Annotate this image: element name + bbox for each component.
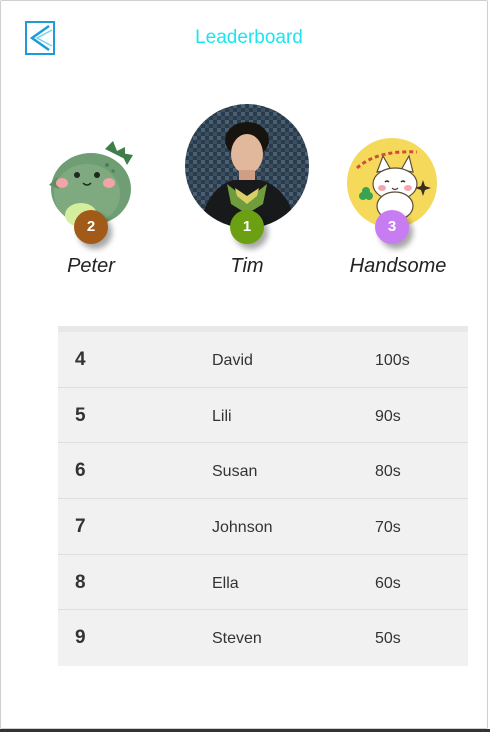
- row-name: Lili: [212, 407, 232, 425]
- podium-name: Peter: [67, 255, 115, 277]
- page-title: Leaderboard: [195, 27, 303, 48]
- table-row[interactable]: 8 Ella 60s: [58, 555, 468, 611]
- table-row[interactable]: 7 Johnson 70s: [58, 499, 468, 555]
- row-rank: 6: [75, 460, 86, 482]
- row-name: Susan: [212, 463, 258, 481]
- row-score: 80s: [375, 463, 401, 481]
- app-frame: Leaderboard 2 Peter 1 Tim 3 Handsome 4 D…: [0, 0, 488, 729]
- row-name: Steven: [212, 630, 262, 648]
- rank-badge: 1: [230, 210, 264, 244]
- leaderboard-table: 4 David 100s 5 Lili 90s 6 Susan 80s 7 Jo…: [58, 326, 468, 667]
- podium-name: Handsome: [349, 255, 447, 277]
- row-name: Ella: [212, 574, 239, 592]
- row-score: 70s: [375, 519, 401, 537]
- podium-name: Tim: [230, 255, 264, 277]
- table-row[interactable]: 9 Steven 50s: [58, 610, 468, 666]
- table-row[interactable]: 5 Lili 90s: [58, 388, 468, 444]
- table-row[interactable]: 4 David 100s: [58, 332, 468, 388]
- row-score: 60s: [375, 574, 401, 592]
- row-rank: 4: [75, 349, 86, 370]
- row-rank: 7: [75, 516, 86, 538]
- rank-badge: 2: [74, 210, 108, 244]
- row-name: David: [212, 352, 253, 369]
- row-rank: 8: [75, 571, 86, 593]
- row-rank: 9: [75, 627, 86, 649]
- rank-badge: 3: [375, 210, 409, 244]
- row-score: 100s: [375, 352, 410, 369]
- row-score: 50s: [375, 630, 401, 648]
- table-row[interactable]: 6 Susan 80s: [58, 443, 468, 500]
- row-rank: 5: [75, 404, 86, 426]
- row-score: 90s: [375, 407, 401, 425]
- row-name: Johnson: [212, 519, 273, 537]
